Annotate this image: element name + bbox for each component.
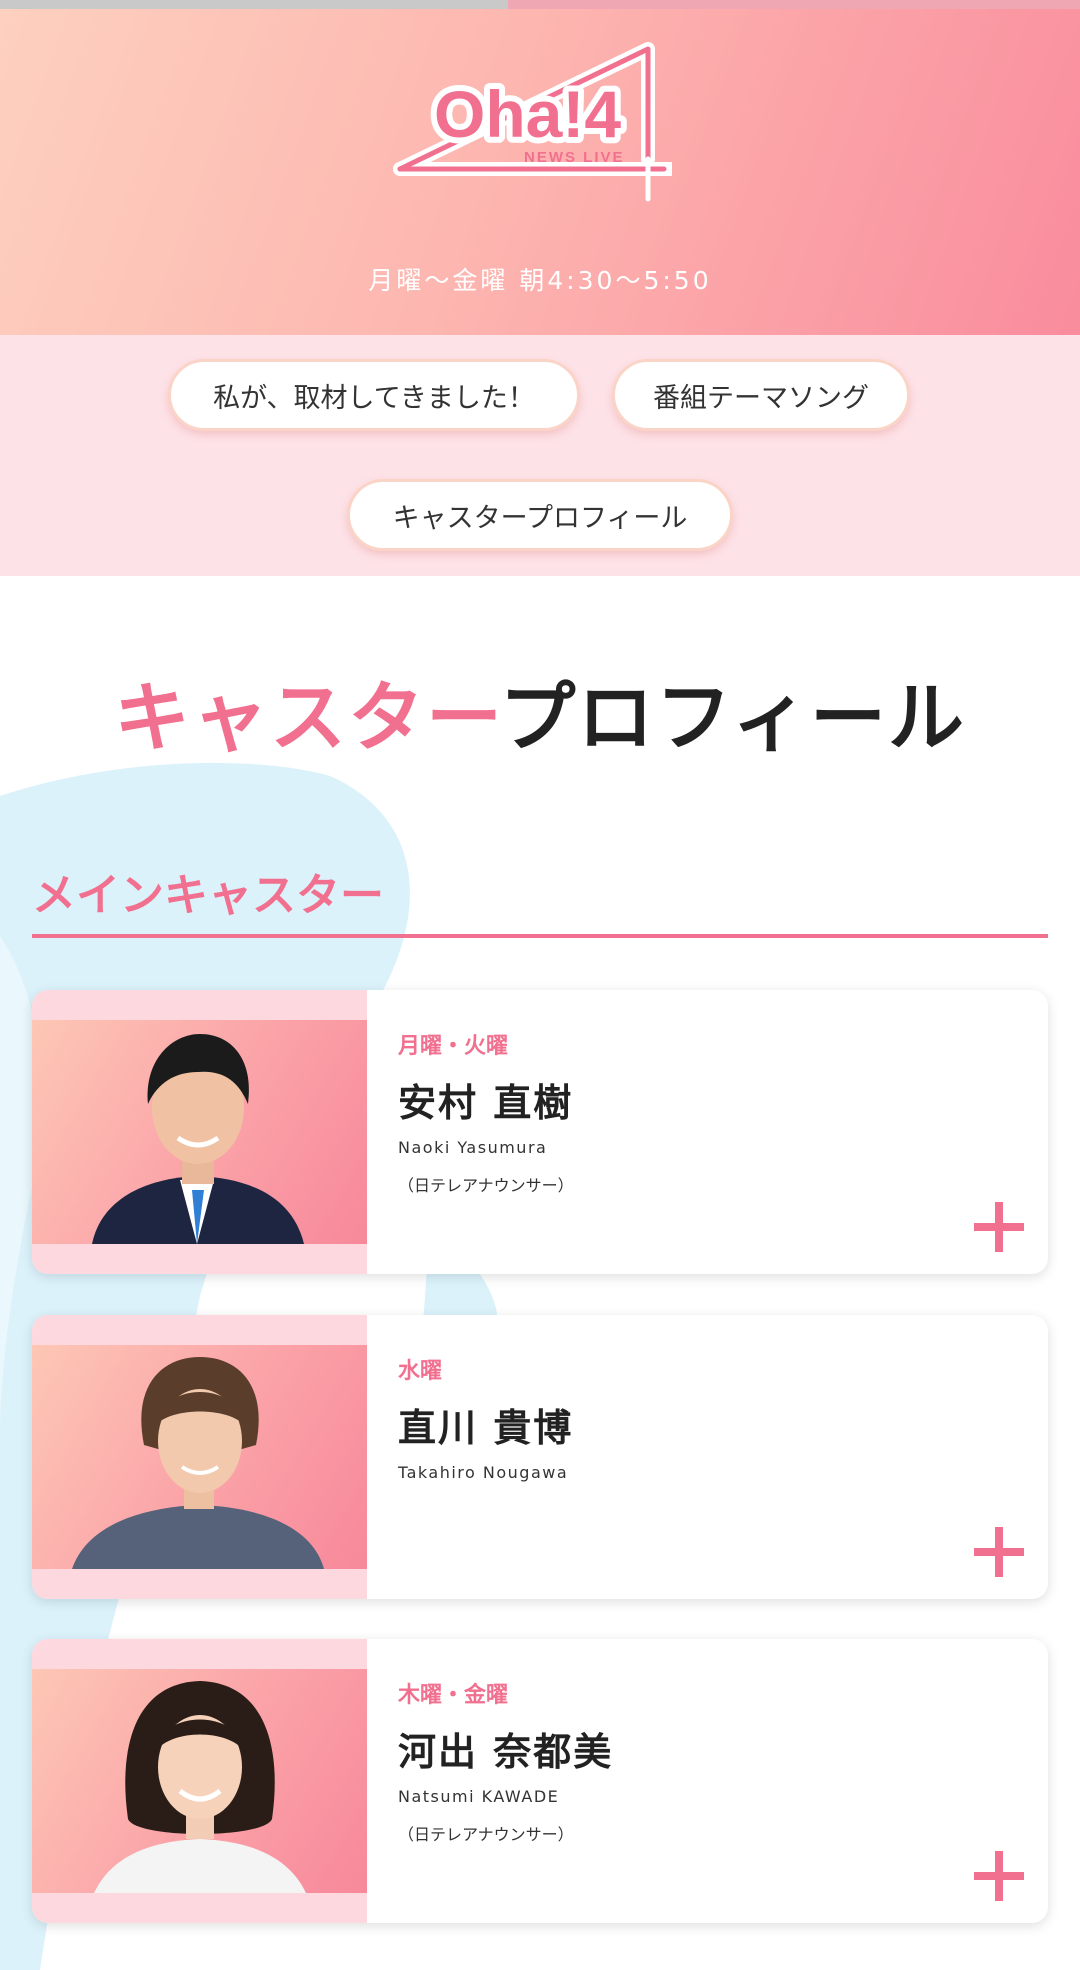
caster-photo	[32, 1315, 367, 1599]
caster-profile-section: キャスタープロフィール メインキャスター 月曜・火曜 安村 直樹 Naoki Y…	[0, 576, 1080, 1970]
caster-day: 木曜・金曜	[398, 1683, 509, 1708]
caster-name-roman: Naoki Yasumura	[398, 1138, 548, 1157]
caster-name-roman: Natsumi KAWADE	[398, 1787, 560, 1806]
section-divider	[32, 934, 1048, 938]
plus-icon[interactable]	[972, 1525, 1026, 1579]
caster-day: 月曜・火曜	[398, 1034, 509, 1059]
oha4-logo[interactable]: Oha!4 Oha!4 NEWS LIVE	[392, 39, 672, 209]
caster-name: 直川 貴博	[398, 1406, 574, 1450]
scroll-progress-fill	[0, 0, 508, 9]
plus-icon[interactable]	[972, 1849, 1026, 1903]
caster-photo	[32, 1639, 367, 1923]
nav-button-reports[interactable]: 私が、取材してきました！	[168, 359, 580, 431]
page-navigation: 私が、取材してきました！ 番組テーマソング キャスタープロフィール	[0, 335, 1080, 576]
caster-affiliation: （日テレアナウンサー）	[398, 1176, 574, 1195]
caster-card[interactable]: 木曜・金曜 河出 奈都美 Natsumi KAWADE （日テレアナウンサー）	[32, 1639, 1048, 1923]
caster-card[interactable]: 月曜・火曜 安村 直樹 Naoki Yasumura （日テレアナウンサー）	[32, 990, 1048, 1274]
page-title-accent: キャスター	[114, 673, 500, 762]
caster-name: 河出 奈都美	[398, 1730, 614, 1774]
svg-text:Oha!4: Oha!4	[434, 77, 621, 151]
caster-affiliation: （日テレアナウンサー）	[398, 1825, 574, 1844]
page-title: キャスタープロフィール	[0, 656, 1080, 766]
program-header: Oha!4 Oha!4 NEWS LIVE 月曜～金曜 朝4:30～5:50	[0, 9, 1080, 335]
plus-icon[interactable]	[972, 1200, 1026, 1254]
section-title: メインキャスター	[32, 870, 384, 921]
broadcast-schedule: 月曜～金曜 朝4:30～5:50	[368, 266, 712, 295]
caster-card[interactable]: 水曜 直川 貴博 Takahiro Nougawa	[32, 1315, 1048, 1599]
nav-button-caster-profile[interactable]: キャスタープロフィール	[347, 479, 733, 551]
svg-text:NEWS LIVE: NEWS LIVE	[524, 149, 625, 166]
caster-day: 水曜	[398, 1359, 443, 1384]
caster-name-roman: Takahiro Nougawa	[398, 1463, 569, 1482]
nav-button-theme-song[interactable]: 番組テーマソング	[612, 359, 910, 431]
page-title-rest: プロフィール	[499, 673, 966, 762]
caster-photo	[32, 990, 367, 1274]
scroll-progress-bar	[0, 0, 1080, 9]
caster-name: 安村 直樹	[398, 1081, 574, 1125]
